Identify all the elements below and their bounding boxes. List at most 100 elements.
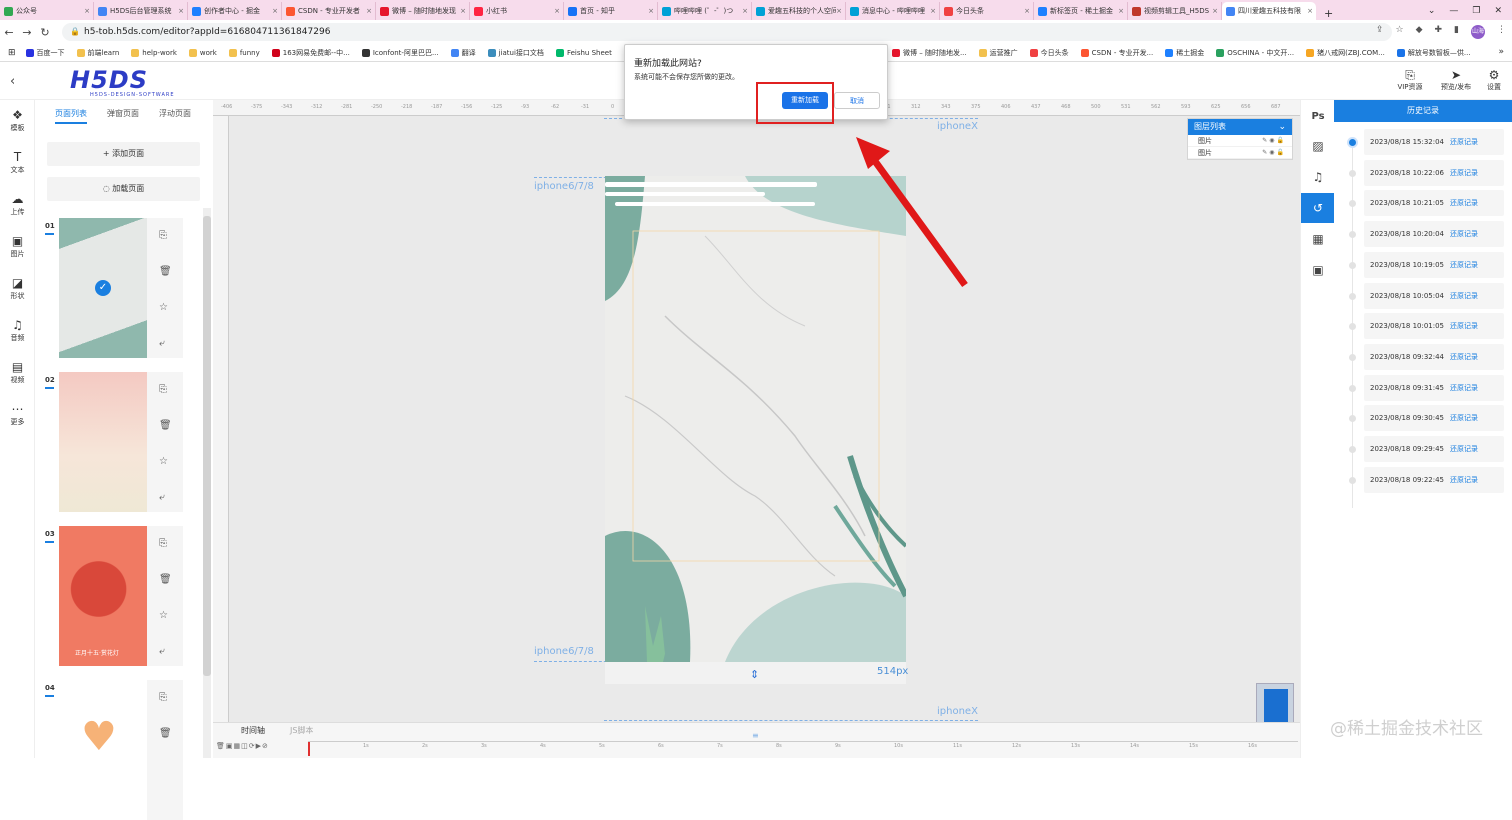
restore-link[interactable]: 还原记录	[1450, 414, 1478, 422]
bookmark-item[interactable]: 稀土掘金	[1161, 48, 1208, 58]
bookmark-item[interactable]: funny	[225, 48, 264, 57]
bookmark-item[interactable]: 解放号数智板—供...	[1393, 48, 1475, 58]
playhead[interactable]	[308, 742, 310, 756]
history-card[interactable]: 2023/08/18 09:32:44 还原记录	[1364, 343, 1504, 370]
browser-tab[interactable]: 爱趣五科技的个人空间 ×	[752, 2, 846, 20]
tab-floating-pages[interactable]: 浮动页面	[159, 108, 191, 119]
chevron-down-icon[interactable]: ⌄	[1428, 6, 1436, 16]
puzzle-icon[interactable]: ✚	[1435, 25, 1443, 39]
bookmark-item[interactable]: work	[185, 48, 221, 57]
close-icon[interactable]: ×	[742, 7, 748, 15]
layer-actions-icons[interactable]: ✎◉🔓	[1262, 147, 1286, 159]
tab-timeline[interactable]: 时间轴	[241, 725, 265, 736]
browser-tab[interactable]: 小红书 ×	[470, 2, 564, 20]
close-icon[interactable]: ×	[554, 7, 560, 15]
trash-icon[interactable]: 🗑	[159, 574, 172, 585]
close-icon[interactable]: ×	[272, 7, 278, 15]
restore-icon[interactable]: ❐	[1472, 6, 1480, 16]
restore-link[interactable]: 还原记录	[1450, 261, 1478, 269]
right-tool-picture[interactable]: ▣	[1301, 255, 1335, 285]
right-tool-history[interactable]: ↺	[1301, 193, 1335, 223]
history-entry[interactable]: 2023/08/18 09:32:44 还原记录	[1334, 342, 1512, 372]
browser-tab[interactable]: 四川爱趣五科技有限 ×	[1222, 2, 1316, 20]
tool-template[interactable]: ❖ 模板	[0, 108, 35, 133]
history-card[interactable]: 2023/08/18 10:01:05 还原记录	[1364, 313, 1504, 340]
bookmark-item[interactable]: Feishu Sheet	[552, 48, 616, 57]
browser-tab[interactable]: H5DS后台管理系统 ×	[94, 2, 188, 20]
bookmark-item[interactable]: 百度一下	[22, 48, 69, 58]
trash-icon[interactable]: 🗑	[159, 266, 172, 277]
history-card[interactable]: 2023/08/18 10:21:05 还原记录	[1364, 190, 1504, 217]
new-tab-button[interactable]: +	[1316, 7, 1341, 20]
history-entry[interactable]: 2023/08/18 10:21:05 还原记录	[1334, 188, 1512, 218]
insert-icon[interactable]: ⤶	[159, 646, 165, 657]
load-page-button[interactable]: ◌ 加载页面	[47, 177, 200, 201]
add-page-button[interactable]: + 添加页面	[47, 142, 200, 166]
history-entry[interactable]: 2023/08/18 10:19:05 还原记录	[1334, 250, 1512, 280]
page-thumbnail[interactable]	[59, 372, 147, 512]
timeline-ruler[interactable]: 1s 2s 3s 4s 5s 6s 7s 8s 9s 10s 11s 12s 13s 14s 15s 16s	[308, 741, 1298, 757]
bookmark-item[interactable]: OSCHINA - 中文开...	[1212, 48, 1298, 58]
right-tool-music[interactable]: ♫	[1301, 162, 1335, 192]
restore-link[interactable]: 还原记录	[1450, 169, 1478, 177]
pages-scrollbar[interactable]	[203, 208, 211, 758]
bookmark-item[interactable]: 163网易免费邮--中...	[268, 48, 354, 58]
history-entry[interactable]: 2023/08/18 09:29:45 还原记录	[1334, 434, 1512, 464]
bookmark-item[interactable]: 今日头条	[1026, 48, 1073, 58]
tab-popup-pages[interactable]: 弹窗页面	[107, 108, 139, 119]
trash-icon[interactable]: 🗑	[159, 728, 172, 739]
browser-tab[interactable]: 今日头条 ×	[940, 2, 1034, 20]
sidebar-icon[interactable]: ▮	[1454, 25, 1459, 39]
restore-link[interactable]: 还原记录	[1450, 322, 1478, 330]
right-tool-ps[interactable]: Ps	[1301, 100, 1335, 130]
star-icon[interactable]: ☆	[159, 302, 168, 313]
bookmark-item[interactable]: Iconfont-阿里巴巴...	[358, 48, 443, 58]
preview-publish-button[interactable]: ➤ 预览/发布	[1436, 68, 1476, 92]
collapse-handle-icon[interactable]: ≡	[752, 731, 759, 740]
bookmarks-more-button[interactable]: »	[1498, 47, 1504, 57]
profile-avatar[interactable]: 山海	[1471, 25, 1485, 39]
close-icon[interactable]: ×	[178, 7, 184, 15]
browser-tab[interactable]: 公众号 ×	[0, 2, 94, 20]
restore-link[interactable]: 还原记录	[1450, 199, 1478, 207]
height-resize-handle-icon[interactable]: ⇕	[750, 668, 759, 681]
bookmark-item[interactable]: 猪八戒网(ZBJ.COM...	[1302, 48, 1389, 58]
star-icon[interactable]: ☆	[159, 456, 168, 467]
page-thumbnail[interactable]: ✓	[59, 218, 147, 358]
close-icon[interactable]: ×	[366, 7, 372, 15]
bookmark-item[interactable]: jiatui接口文档	[484, 48, 548, 58]
history-entry[interactable]: 2023/08/18 09:31:45 还原记录	[1334, 373, 1512, 403]
close-icon[interactable]: ×	[460, 7, 466, 15]
browser-tab[interactable]: 哔哩哔哩 (゜-゜)つ ×	[658, 2, 752, 20]
settings-button[interactable]: ⚙ 设置	[1476, 68, 1512, 92]
history-card[interactable]: 2023/08/18 09:31:45 还原记录	[1364, 374, 1504, 401]
history-entry[interactable]: 2023/08/18 10:22:06 还原记录	[1334, 158, 1512, 188]
copy-icon[interactable]: ⎘	[159, 230, 167, 241]
close-icon[interactable]: ×	[930, 7, 936, 15]
history-card[interactable]: 2023/08/18 09:30:45 还原记录	[1364, 405, 1504, 432]
tool-video[interactable]: ▤ 视频	[0, 360, 35, 385]
history-card[interactable]: 2023/08/18 10:05:04 还原记录	[1364, 282, 1504, 309]
bookmark-item[interactable]: CSDN - 专业开发...	[1077, 48, 1158, 58]
history-entry[interactable]: 2023/08/18 09:22:45 还原记录	[1334, 465, 1512, 495]
tab-page-list[interactable]: 页面列表	[55, 108, 87, 119]
history-entry[interactable]: 2023/08/18 10:20:04 还原记录	[1334, 219, 1512, 249]
browser-tab[interactable]: 首页 - 知乎 ×	[564, 2, 658, 20]
tool-text[interactable]: T 文本	[0, 150, 35, 175]
restore-link[interactable]: 还原记录	[1450, 353, 1478, 361]
chevron-left-icon[interactable]: ‹	[10, 74, 15, 89]
share-icon[interactable]: ⇪	[1376, 25, 1384, 39]
chevron-down-icon[interactable]: ⌄	[1278, 119, 1286, 135]
right-tool-grid[interactable]: ▦	[1301, 224, 1335, 254]
apps-grid-icon[interactable]: ⊞	[8, 48, 16, 58]
close-icon[interactable]: ×	[1212, 7, 1218, 15]
layers-panel-header[interactable]: 图层列表 ⌄	[1188, 119, 1292, 135]
timeline-controls-icons[interactable]: 🗑▣▦◫⟳▶⊘	[216, 742, 269, 750]
bookmark-item[interactable]: 前端learn	[73, 48, 124, 58]
cancel-button[interactable]: 取消	[834, 92, 880, 109]
forward-icon[interactable]: →	[18, 26, 36, 39]
page-thumbnail[interactable]: 正月十五·赏花灯	[59, 526, 147, 666]
restore-link[interactable]: 还原记录	[1450, 445, 1478, 453]
close-icon[interactable]: ×	[1118, 7, 1124, 15]
url-input[interactable]: 🔒 h5-tob.h5ds.com/editor?appId=6168047113…	[62, 23, 1392, 41]
